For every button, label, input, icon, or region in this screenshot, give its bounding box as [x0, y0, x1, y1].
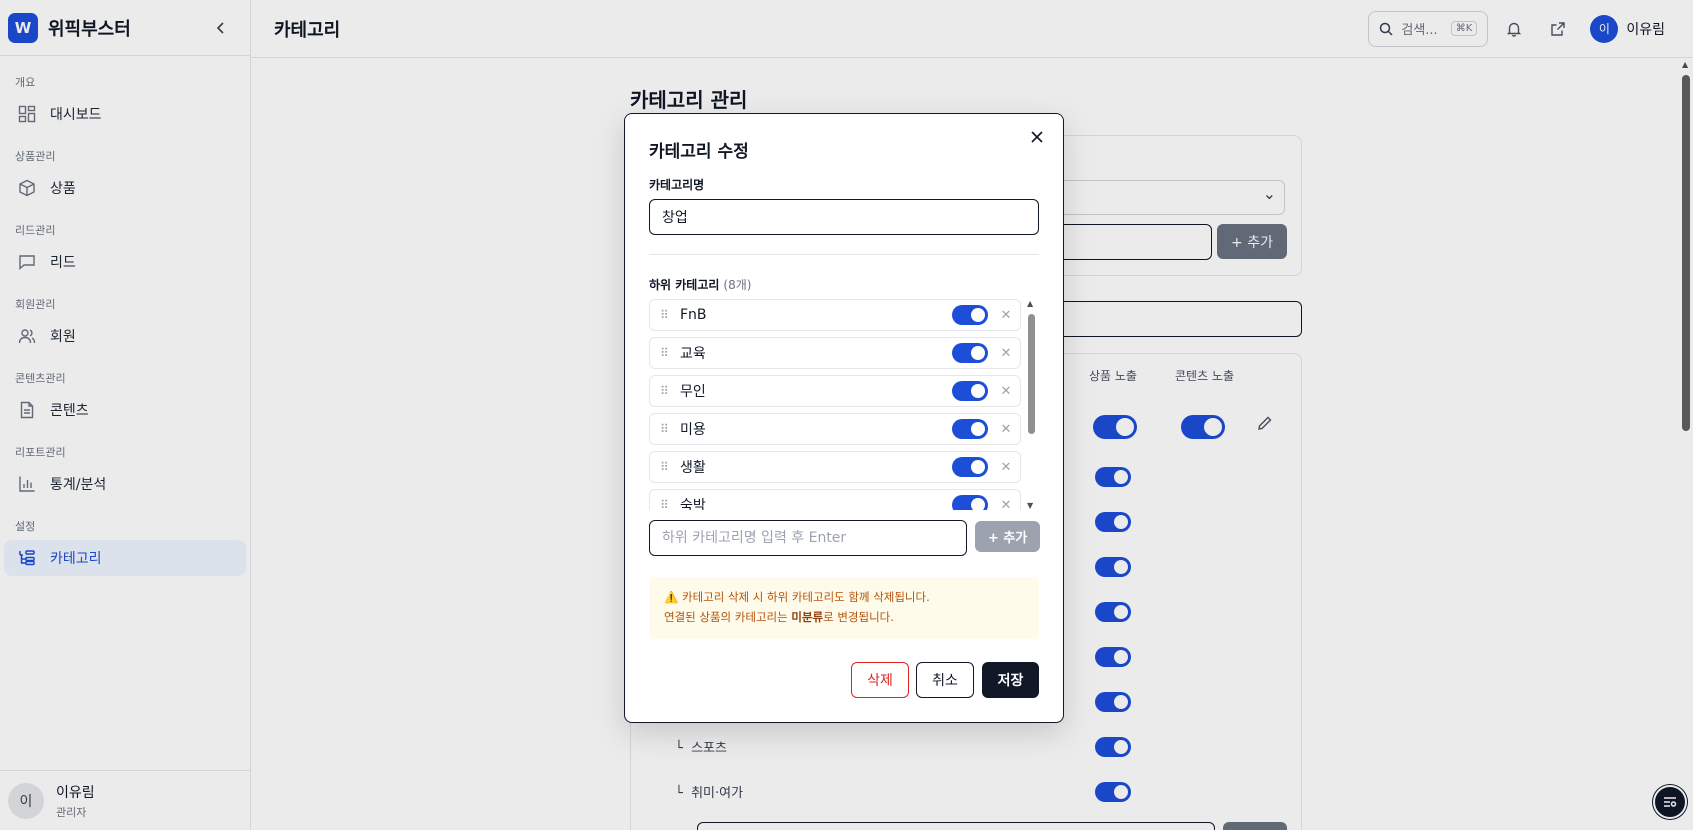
scroll-up-icon[interactable]: ▲: [1027, 299, 1033, 308]
drag-handle-icon[interactable]: ⠿: [660, 308, 678, 322]
drag-handle-icon[interactable]: ⠿: [660, 384, 678, 398]
category-name-label: 카테고리명: [649, 178, 705, 192]
scrollbar-thumb[interactable]: [1028, 314, 1035, 434]
modal-title: 카테고리 수정: [649, 142, 749, 162]
scroll-down-icon[interactable]: ▼: [1027, 501, 1033, 510]
add-subcategory-button[interactable]: + 추가: [975, 521, 1040, 552]
subcategory-label: 하위 카테고리 (8개): [649, 278, 752, 292]
subcategory-list[interactable]: ⠿ FnB ✕ ⠿ 교육 ✕ ⠿ 무인 ✕ ⠿ 미용 ✕ ⠿ 생활 ✕ ⠿ 숙박…: [649, 299, 1021, 510]
drag-handle-icon[interactable]: ⠿: [660, 498, 678, 510]
subcategory-name: 무인: [680, 384, 706, 400]
remove-icon[interactable]: ✕: [1000, 498, 1012, 511]
remove-icon[interactable]: ✕: [1000, 422, 1012, 437]
warning-line: 연결된 상품의 카테고리는 미분류로 변경됩니다.: [664, 610, 894, 624]
drag-handle-icon[interactable]: ⠿: [660, 346, 678, 360]
edit-category-modal: 카테고리 수정 카테고리명 하위 카테고리(8개) ⠿ FnB ✕ ⠿ 교육 ✕…: [624, 113, 1064, 723]
drag-handle-icon[interactable]: ⠿: [660, 422, 678, 436]
list-item[interactable]: ⠿ 생활 ✕: [649, 451, 1021, 483]
delete-button[interactable]: 삭제: [851, 662, 909, 698]
list-item[interactable]: ⠿ 미용 ✕: [649, 413, 1021, 445]
remove-icon[interactable]: ✕: [1000, 308, 1012, 323]
save-button[interactable]: 저장: [982, 662, 1039, 698]
subcategory-name: FnB: [680, 307, 707, 323]
remove-icon[interactable]: ✕: [1000, 384, 1012, 399]
category-name-input[interactable]: [649, 199, 1039, 235]
warning-line: ⚠️ 카테고리 삭제 시 하위 카테고리도 함께 삭제됩니다.: [664, 590, 930, 604]
warning-notice: ⚠️ 카테고리 삭제 시 하위 카테고리도 함께 삭제됩니다. 연결된 상품의 …: [649, 577, 1039, 639]
remove-icon[interactable]: ✕: [1000, 460, 1012, 475]
visibility-toggle[interactable]: [952, 419, 988, 439]
cancel-button[interactable]: 취소: [916, 662, 974, 698]
subcategory-name: 미용: [680, 422, 706, 438]
visibility-toggle[interactable]: [952, 343, 988, 363]
subcategory-name: 생활: [680, 460, 706, 476]
visibility-toggle[interactable]: [952, 495, 988, 510]
visibility-toggle[interactable]: [952, 305, 988, 325]
subcategory-name: 교육: [680, 346, 706, 362]
subcategory-count: (8개): [723, 278, 752, 292]
list-item[interactable]: ⠿ 숙박 ✕: [649, 489, 1021, 510]
visibility-toggle[interactable]: [952, 457, 988, 477]
subcategory-scrollbar[interactable]: ▲ ▼: [1026, 299, 1038, 510]
divider: [649, 254, 1039, 255]
remove-icon[interactable]: ✕: [1000, 346, 1012, 361]
close-icon[interactable]: [1027, 127, 1047, 147]
list-item[interactable]: ⠿ 무인 ✕: [649, 375, 1021, 407]
subcategory-name-input[interactable]: [649, 520, 967, 556]
drag-handle-icon[interactable]: ⠿: [660, 460, 678, 474]
list-item[interactable]: ⠿ 교육 ✕: [649, 337, 1021, 369]
visibility-toggle[interactable]: [952, 381, 988, 401]
list-item[interactable]: ⠿ FnB ✕: [649, 299, 1021, 331]
subcategory-name: 숙박: [680, 498, 706, 510]
warning-icon: ⚠️: [664, 590, 679, 604]
